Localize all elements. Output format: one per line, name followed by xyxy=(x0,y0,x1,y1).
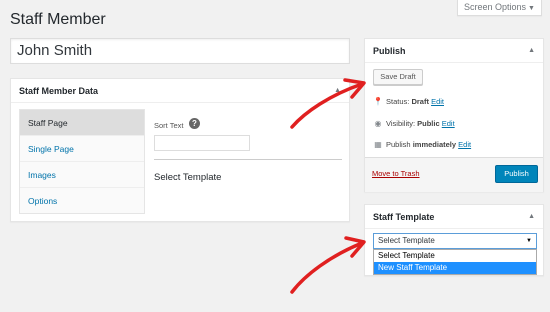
save-draft-button[interactable]: Save Draft xyxy=(373,69,423,85)
schedule-label: Publish xyxy=(386,140,411,149)
staff-template-box: Staff Template ▲ Select Template ▼ Selec… xyxy=(364,204,544,276)
visibility-row: ◉ Visibility: Public Edit xyxy=(373,119,455,129)
tab-single-page[interactable]: Single Page xyxy=(20,136,144,162)
calendar-icon: ▦ xyxy=(374,140,382,149)
publish-actions: Move to Trash Publish xyxy=(365,157,543,192)
status-edit-link[interactable]: Edit xyxy=(431,97,444,106)
status-value: Draft xyxy=(411,97,429,106)
chevron-down-icon[interactable]: ▼ xyxy=(526,234,532,248)
tab-images[interactable]: Images xyxy=(20,162,144,188)
sort-text-input[interactable] xyxy=(154,135,250,151)
sort-text-label: Sort Text xyxy=(154,121,184,130)
template-dropdown: Select Template New Staff Template xyxy=(373,249,537,275)
staff-data-header[interactable]: Staff Member Data ▲ xyxy=(11,79,349,103)
screen-options-label: Screen Options xyxy=(464,2,527,12)
status-row: 📍 Status: Draft Edit xyxy=(373,97,444,107)
staff-data-title: Staff Member Data xyxy=(19,86,99,96)
staff-template-title: Staff Template xyxy=(373,212,435,222)
schedule-edit-link[interactable]: Edit xyxy=(458,140,471,149)
schedule-row: ▦ Publish immediately Edit xyxy=(373,140,471,150)
panel-divider xyxy=(154,159,342,160)
publish-box: Publish ▲ Save Draft 📍 Status: Draft Edit… xyxy=(364,38,544,192)
visibility-value: Public xyxy=(417,119,440,128)
visibility-edit-link[interactable]: Edit xyxy=(442,119,455,128)
visibility-label: Visibility: xyxy=(386,119,416,128)
staff-page-panel: Sort Text ? Select Template xyxy=(146,109,342,214)
staff-data-tabs: Staff Page Single Page Images Options xyxy=(19,109,145,214)
pin-icon: 📍 xyxy=(373,97,383,106)
publish-title: Publish xyxy=(373,46,406,56)
staff-member-data-box: Staff Member Data ▲ Staff Page Single Pa… xyxy=(10,78,350,222)
select-template-heading: Select Template xyxy=(154,172,222,183)
schedule-value: immediately xyxy=(412,140,457,149)
status-label: Status: xyxy=(386,97,410,106)
help-icon[interactable]: ? xyxy=(189,118,200,129)
collapse-arrow-icon[interactable]: ▲ xyxy=(334,79,341,103)
collapse-arrow-icon[interactable]: ▲ xyxy=(528,205,535,229)
eye-icon: ◉ xyxy=(374,119,382,128)
move-to-trash-link[interactable]: Move to Trash xyxy=(372,169,420,178)
collapse-arrow-icon[interactable]: ▲ xyxy=(528,39,535,63)
publish-button[interactable]: Publish xyxy=(495,165,538,183)
template-select[interactable]: Select Template ▼ xyxy=(373,233,537,249)
caret-down-icon: ▼ xyxy=(528,5,535,12)
publish-header[interactable]: Publish ▲ xyxy=(365,39,543,63)
tab-staff-page[interactable]: Staff Page xyxy=(20,110,144,136)
screen-options-tab[interactable]: Screen Options ▼ xyxy=(457,0,542,16)
template-option-highlighted[interactable]: New Staff Template xyxy=(374,262,536,274)
page-title: Staff Member xyxy=(10,11,106,28)
template-select-value: Select Template xyxy=(378,236,435,245)
staff-template-header[interactable]: Staff Template ▲ xyxy=(365,205,543,229)
template-option[interactable]: Select Template xyxy=(374,250,536,262)
tab-options[interactable]: Options xyxy=(20,188,144,214)
arrow-to-template-select xyxy=(290,236,366,294)
post-title-input[interactable]: John Smith xyxy=(10,38,350,64)
